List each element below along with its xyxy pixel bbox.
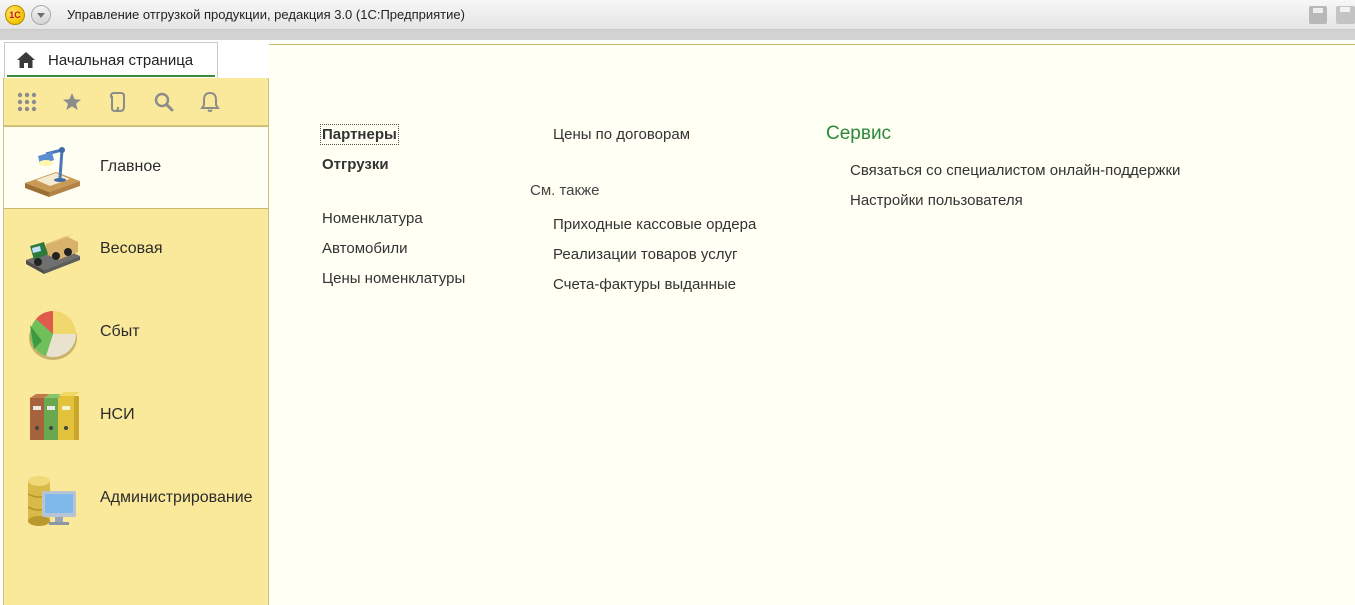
tab-home-page[interactable]: Начальная страница [4, 42, 218, 78]
print-icon[interactable] [1336, 6, 1355, 24]
link-vehicles[interactable]: Автомобили [322, 240, 407, 257]
save-icon[interactable] [1309, 6, 1327, 24]
link-partners[interactable]: Партнеры [320, 124, 399, 145]
home-page-content: Партнеры Отгрузки Номенклатура Автомобил… [269, 44, 1355, 605]
link-goods-sales[interactable]: Реализации товаров услуг [553, 246, 737, 263]
link-cash-receipts[interactable]: Приходные кассовые ордера [553, 216, 756, 233]
history-icon[interactable] [106, 90, 130, 114]
link-nomenclature[interactable]: Номенклатура [322, 210, 423, 227]
section-label: Администрирование [100, 489, 253, 506]
bell-icon[interactable] [198, 90, 222, 114]
truck-scale-icon [22, 222, 82, 280]
link-contact-support[interactable]: Связаться со специалистом онлайн-поддерж… [850, 162, 1180, 179]
link-nomenclature-prices[interactable]: Цены номенклатуры [322, 270, 465, 287]
window-title: Управление отгрузкой продукции, редакция… [67, 7, 465, 22]
sections-toolbar [4, 78, 268, 126]
search-icon[interactable] [152, 90, 176, 114]
section-master-data[interactable]: НСИ [4, 375, 268, 458]
main-menu-button[interactable] [31, 5, 51, 25]
star-icon[interactable] [60, 90, 84, 114]
tab-active-indicator [7, 75, 215, 77]
section-weighing[interactable]: Весовая [4, 209, 268, 292]
section-administration[interactable]: Администрирование [4, 458, 268, 541]
section-sales[interactable]: Сбыт [4, 292, 268, 375]
link-invoices-issued[interactable]: Счета-фактуры выданные [553, 276, 736, 293]
section-label: НСИ [100, 406, 135, 423]
link-shipments[interactable]: Отгрузки [322, 156, 389, 173]
database-monitor-icon [22, 471, 82, 529]
title-bar: 1С Управление отгрузкой продукции, редак… [0, 0, 1355, 30]
app-logo-icon[interactable]: 1С [5, 5, 25, 25]
home-icon [16, 51, 36, 69]
binders-icon [22, 388, 82, 446]
link-user-settings[interactable]: Настройки пользователя [850, 192, 1023, 209]
section-main[interactable]: Главное [4, 126, 268, 209]
link-contract-prices[interactable]: Цены по договорам [553, 126, 690, 143]
tab-strip-background [0, 30, 1355, 40]
pie-chart-icon [22, 305, 82, 363]
service-title: Сервис [826, 123, 892, 144]
see-also-title: См. также [530, 182, 600, 199]
sections-panel: Главное Весовая Сбыт НСИ Администрирован… [3, 78, 269, 605]
section-label: Главное [100, 158, 162, 175]
tab-label: Начальная страница [48, 52, 194, 69]
section-label: Сбыт [100, 323, 140, 340]
section-label: Весовая [100, 240, 163, 257]
apps-grid-icon[interactable] [15, 90, 39, 114]
desk-lamp-icon [22, 140, 82, 198]
